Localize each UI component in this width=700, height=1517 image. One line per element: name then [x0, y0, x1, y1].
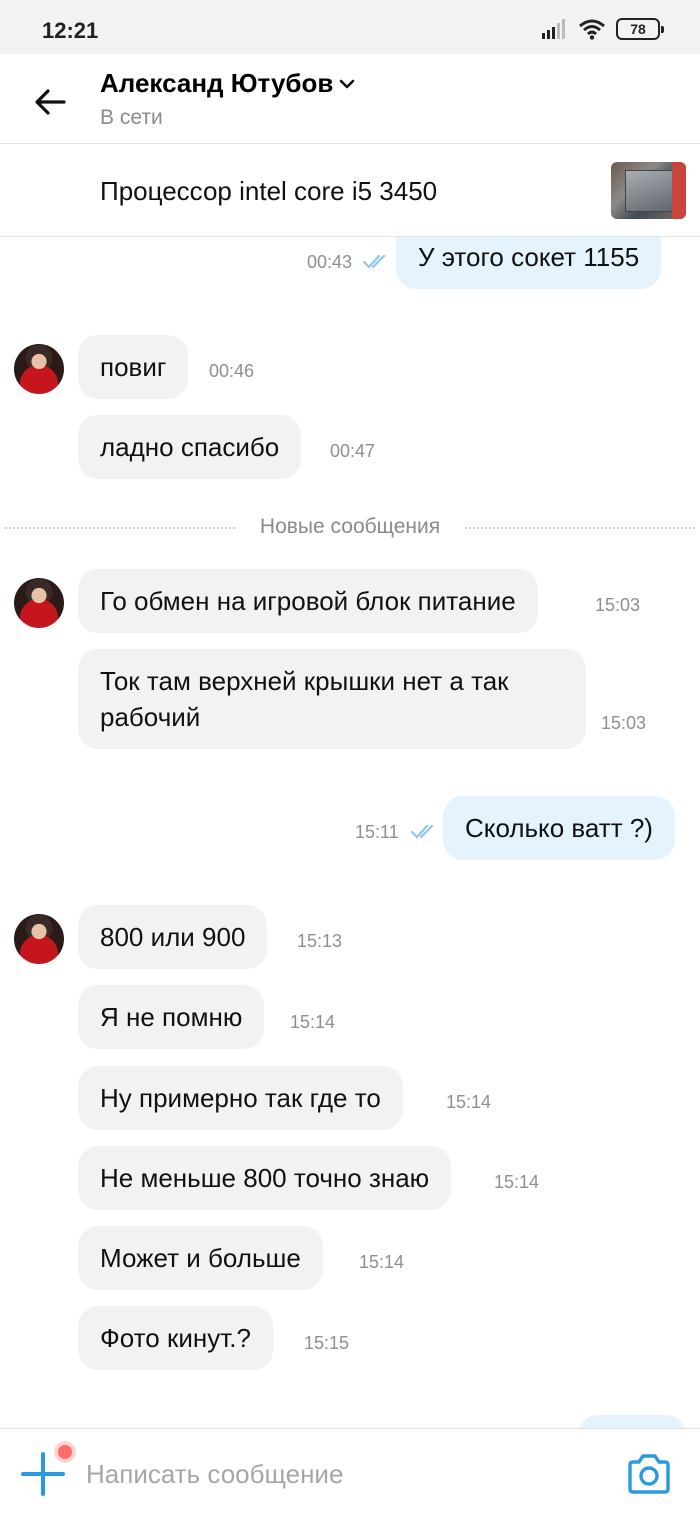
double-check-icon — [411, 824, 434, 839]
camera-button[interactable] — [626, 1453, 672, 1495]
message-text: ладно спасибо — [100, 432, 280, 462]
camera-icon — [628, 1454, 670, 1494]
status-bar: 12:21 78 — [0, 0, 700, 54]
message-time: 15:03 — [601, 713, 647, 733]
message-time: 15:14 — [494, 1172, 540, 1192]
contact-name: Александ Ютубов — [100, 68, 334, 98]
product-bar[interactable]: Процессор intel core i5 3450 — [0, 144, 700, 237]
signal-icon — [542, 19, 565, 39]
incoming-message[interactable]: Ток там верхней крышки нет а так рабочий — [78, 649, 586, 749]
incoming-message[interactable]: повиг — [78, 335, 189, 399]
message-text: повиг — [100, 352, 167, 382]
message-composer — [0, 1428, 700, 1517]
message-time: 15:14 — [359, 1252, 405, 1272]
message-time: 00:43 — [307, 252, 353, 272]
message-text: Ну примерно так где то — [100, 1083, 381, 1113]
message-text: У этого сокет 1155 — [418, 242, 640, 272]
message-time: 15:14 — [446, 1092, 492, 1112]
chat-header: Александ Ютубов В сети — [0, 54, 700, 144]
message-input[interactable] — [86, 1451, 586, 1497]
product-title: Процессор intel core i5 3450 — [100, 176, 438, 206]
outgoing-message[interactable]: Сколько ватт ?) — [443, 796, 675, 860]
message-text: Сколько ватт ?) — [465, 813, 653, 843]
contact-name-button[interactable]: Александ Ютубов — [100, 68, 355, 99]
message-time: 15:14 — [290, 1012, 336, 1032]
chevron-down-icon — [340, 79, 355, 88]
message-text: Я не помню — [100, 1002, 243, 1032]
battery-icon: 78 — [616, 18, 664, 40]
message-time: 15:11 — [355, 822, 399, 842]
avatar[interactable] — [14, 914, 64, 964]
message-text: Может и больше — [100, 1243, 301, 1273]
product-thumbnail[interactable] — [611, 162, 686, 219]
incoming-message[interactable]: Фото кинут.? — [78, 1306, 273, 1370]
incoming-message[interactable]: ладно спасибо — [78, 415, 302, 479]
back-button[interactable] — [28, 82, 72, 122]
message-list[interactable]: 00:43 У этого сокет 1155 повиг 00:46 лад… — [0, 237, 700, 1428]
status-icons: 78 — [542, 18, 664, 40]
status-time: 12:21 — [42, 18, 99, 43]
notification-dot — [54, 1441, 76, 1463]
message-text: Го обмен на игровой блок питание — [100, 586, 516, 616]
message-text: 800 или 900 — [100, 922, 246, 952]
message-text: Фото кинут.? — [100, 1323, 251, 1353]
avatar[interactable] — [14, 344, 64, 394]
avatar[interactable] — [14, 578, 64, 628]
new-messages-divider: Новые сообщения — [0, 515, 700, 539]
incoming-message[interactable]: Не меньше 800 точно знаю — [78, 1146, 452, 1210]
message-time: 15:15 — [304, 1333, 350, 1353]
message-text: Не меньше 800 точно знаю — [100, 1163, 430, 1193]
contact-online-status: В сети — [100, 106, 163, 129]
battery-level: 78 — [630, 21, 646, 37]
incoming-message[interactable]: Ну примерно так где то — [78, 1066, 403, 1130]
outgoing-message-partial[interactable] — [578, 1415, 686, 1428]
wifi-icon — [579, 19, 605, 40]
incoming-message[interactable]: Я не помню — [78, 985, 265, 1049]
back-arrow-icon — [35, 89, 66, 115]
message-text: Ток там верхней крышки нет а так рабочий — [100, 666, 509, 732]
double-check-icon — [363, 254, 386, 269]
incoming-message[interactable]: Может и больше — [78, 1226, 323, 1290]
message-time: 15:13 — [297, 931, 343, 951]
message-time: 00:46 — [209, 361, 255, 381]
divider-line-right — [465, 527, 695, 529]
message-time: 00:47 — [330, 441, 376, 461]
outgoing-message[interactable]: У этого сокет 1155 — [396, 237, 662, 289]
incoming-message[interactable]: 800 или 900 — [78, 905, 268, 969]
message-time: 15:03 — [595, 595, 641, 615]
incoming-message[interactable]: Го обмен на игровой блок питание — [78, 569, 538, 633]
